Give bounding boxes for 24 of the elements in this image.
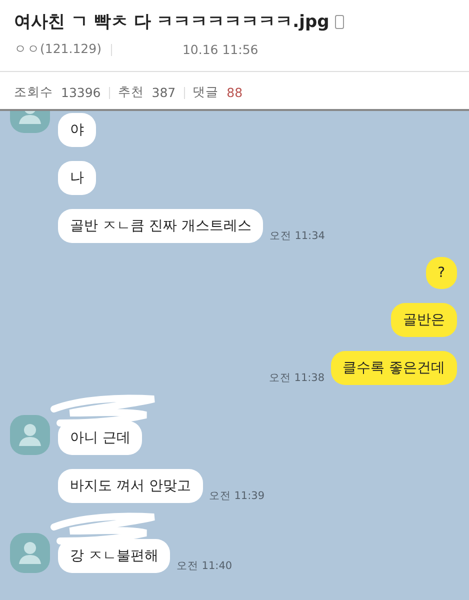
message-bubble: 골반은	[391, 303, 457, 337]
stat-label: 댓글	[192, 84, 219, 101]
message-time: 오전 11:39	[208, 489, 265, 503]
post-date: 10.16 11:56	[182, 42, 258, 57]
author-name[interactable]: ㅇㅇ(121.129)	[14, 41, 102, 58]
post-title: 여사친 ㄱ 빡ㅊ 다 ㅋㅋㅋㅋㅋㅋㅋㅋ.jpg	[14, 11, 330, 33]
message-bubble: ?	[426, 257, 457, 289]
avatar-icon[interactable]	[10, 415, 50, 455]
message-bubble: 클수록 좋은건데	[330, 351, 457, 385]
stat-label: 추천	[118, 84, 144, 101]
message-bubble: 바지도 껴서 안맞고	[58, 469, 203, 503]
message-time: 오전 11:38	[268, 371, 325, 385]
message-bubble: 강 ㅈㄴ불편해	[58, 539, 170, 573]
message-time: 오전 11:40	[176, 559, 232, 573]
avatar-icon[interactable]	[10, 533, 50, 573]
stat-value: 13396	[61, 85, 101, 100]
message-bubble: 나	[58, 161, 96, 195]
stat-value: 387	[152, 85, 176, 100]
stat-label: 조회수	[14, 84, 53, 101]
message-time: 오전 11:34	[269, 229, 325, 243]
message-bubble: 골반 ㅈㄴ큼 진짜 개스트레스	[58, 209, 264, 243]
phone-icon	[335, 14, 344, 28]
message-bubble: 야	[58, 113, 96, 147]
stat-value: 88	[226, 85, 243, 100]
